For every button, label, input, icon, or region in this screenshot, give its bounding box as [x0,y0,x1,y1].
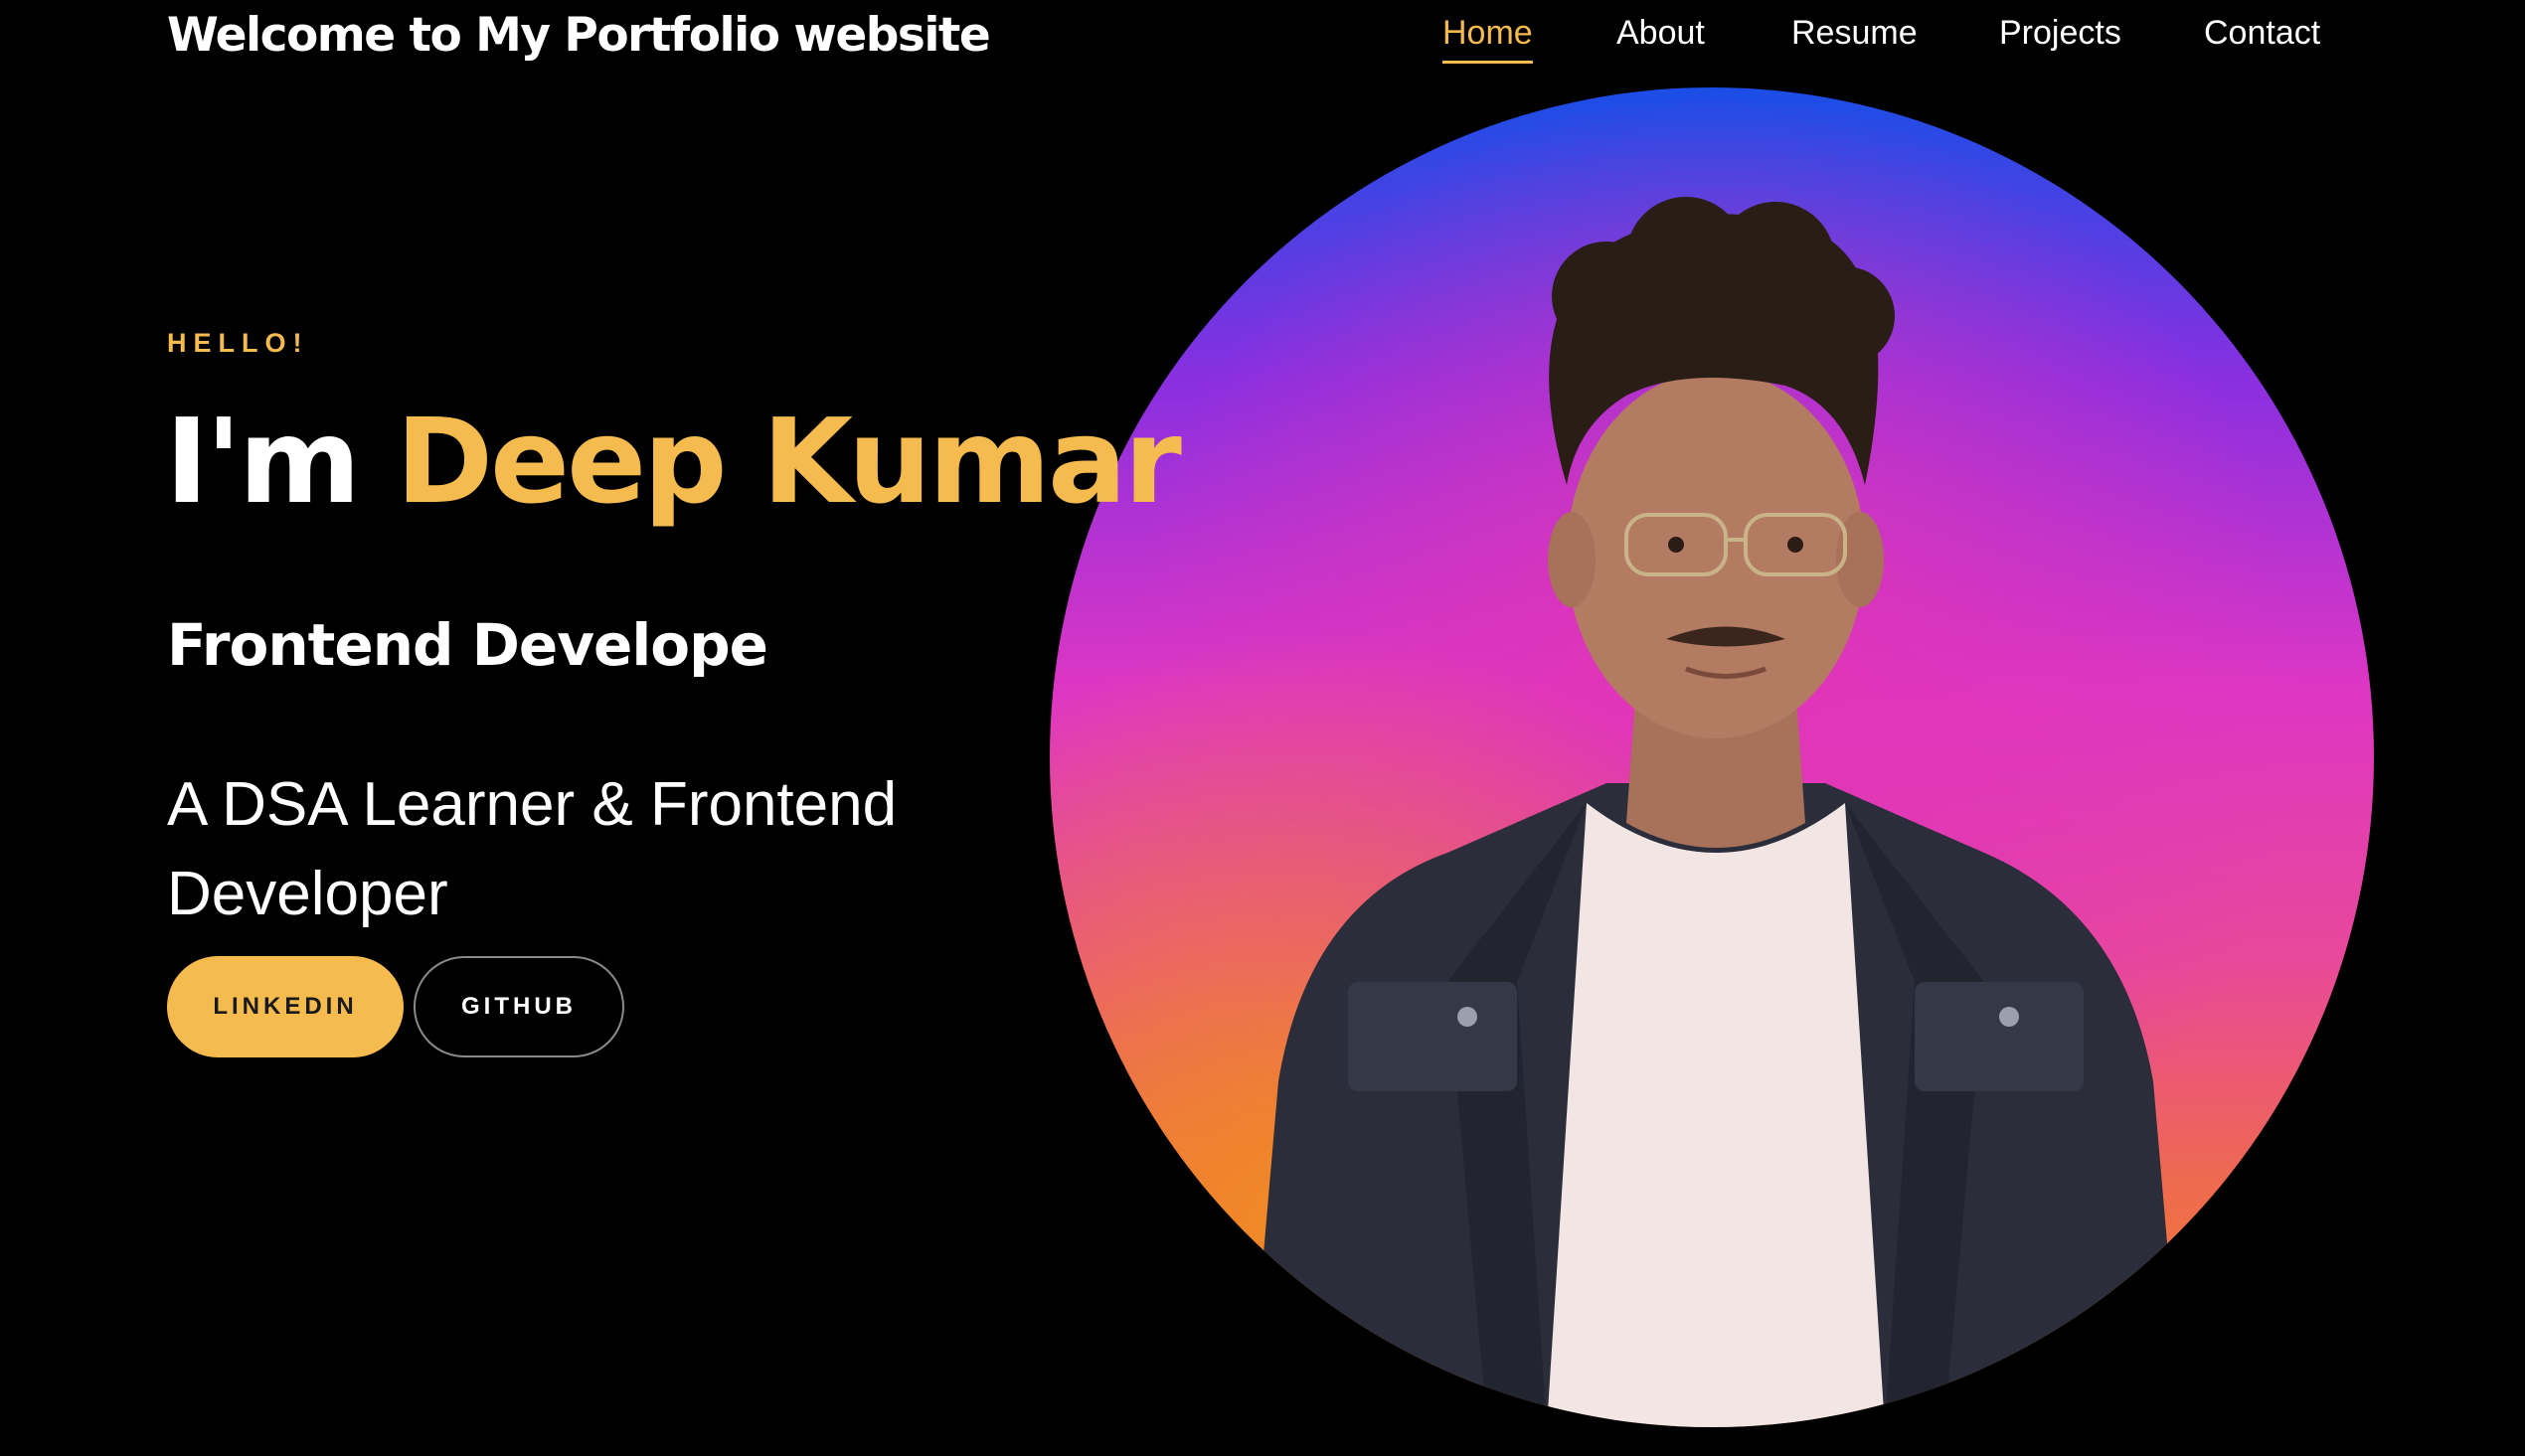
nav-item-contact[interactable]: Contact [2204,14,2320,61]
linkedin-button[interactable]: LINKEDIN [167,956,404,1057]
nav-item-home[interactable]: Home [1442,14,1533,64]
hero-role: Frontend Develope [167,611,768,679]
hero-headline: I'm Deep Kumar [165,403,1182,520]
profile-photo-illustration [1249,197,2183,1427]
profile-photo [1050,87,2374,1427]
hero-name: Deep Kumar [396,393,1182,530]
nav-item-about[interactable]: About [1616,14,1705,61]
nav-item-projects[interactable]: Projects [1999,14,2121,61]
main-nav: Home About Resume Projects Contact [0,14,2525,74]
hero-tagline: A DSA Learner & Frontend Developer [167,770,898,928]
hero-greeting: HELLO! [167,328,309,358]
nav-item-resume[interactable]: Resume [1791,14,1918,61]
github-button[interactable]: GITHUB [414,956,624,1057]
headline-prefix: I'm [165,393,361,530]
